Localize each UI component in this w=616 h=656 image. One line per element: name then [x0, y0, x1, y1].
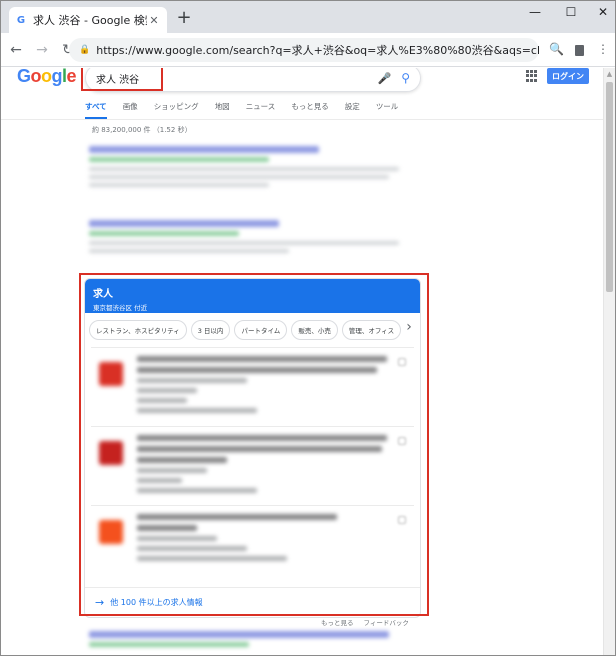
zoom-icon[interactable]: 🔍: [549, 42, 564, 56]
browser-toolbar: ← → ↻ 🔒 https://www.google.com/search?q=…: [1, 33, 615, 67]
url-text: https://www.google.com/search?q=求人+渋谷&oq…: [96, 44, 539, 57]
scroll-thumb[interactable]: [606, 82, 613, 292]
feedback-link[interactable]: フィードバック: [364, 617, 409, 627]
google-logo[interactable]: Google: [17, 68, 77, 87]
new-tab-button[interactable]: +: [175, 8, 193, 28]
search-result[interactable]: [89, 631, 389, 652]
lock-icon: 🔒: [79, 45, 91, 55]
tab-shopping[interactable]: ショッピング: [154, 101, 199, 119]
microphone-icon[interactable]: 🎤: [378, 72, 392, 85]
browser-window: G 求人 渋谷 - Google 検索 ✕ + — ☐ ✕ ← → ↻ 🔒 ht…: [0, 0, 616, 656]
tab-images[interactable]: 画像: [123, 101, 138, 119]
tabs-divider: [1, 119, 605, 120]
search-tabs: すべて 画像 ショッピング 地図 ニュース もっと見る 設定 ツール: [85, 101, 414, 119]
result-stats: 約 83,200,000 件 （1.52 秒）: [92, 126, 192, 134]
tab-settings[interactable]: 設定: [345, 101, 360, 119]
page-scrollbar[interactable]: ▲: [603, 68, 615, 655]
maximize-button[interactable]: ☐: [561, 5, 581, 19]
search-highlight-box: [81, 68, 163, 91]
tab-close-icon[interactable]: ✕: [147, 14, 161, 27]
scroll-up-icon[interactable]: ▲: [604, 68, 615, 80]
search-result[interactable]: [89, 220, 399, 257]
tab-news[interactable]: ニュース: [246, 101, 276, 119]
more-link[interactable]: もっと見る: [321, 617, 354, 627]
browser-menu-icon[interactable]: ⋮: [597, 42, 609, 56]
tab-title: 求人 渋谷 - Google 検索: [33, 14, 147, 27]
tab-maps[interactable]: 地図: [215, 101, 230, 119]
tab-tools[interactable]: ツール: [376, 101, 399, 119]
login-button[interactable]: ログイン: [547, 68, 589, 84]
tab-all[interactable]: すべて: [85, 101, 107, 119]
back-button[interactable]: ←: [5, 42, 27, 58]
tab-search[interactable]: G 求人 渋谷 - Google 検索 ✕: [9, 7, 167, 33]
address-bar[interactable]: 🔒 https://www.google.com/search?q=求人+渋谷&…: [69, 38, 539, 62]
apps-grid-icon[interactable]: [526, 70, 538, 82]
search-results-page: Google 求人 渋谷 🎤 ⚲ ログイン すべて 画像 ショッピング 地図 ニ…: [1, 68, 605, 655]
jobs-highlight-box: [79, 273, 429, 616]
forward-button[interactable]: →: [31, 42, 53, 58]
profile-icon[interactable]: [575, 45, 584, 56]
jobs-footer: もっと見る フィードバック: [321, 617, 409, 627]
tab-bar: G 求人 渋谷 - Google 検索 ✕ + — ☐ ✕: [1, 1, 615, 33]
search-icon[interactable]: ⚲: [401, 71, 410, 85]
google-favicon-icon: G: [16, 14, 26, 26]
minimize-button[interactable]: —: [525, 5, 545, 19]
search-result[interactable]: [89, 146, 399, 191]
tab-more[interactable]: もっと見る: [291, 101, 329, 119]
close-window-button[interactable]: ✕: [593, 5, 613, 19]
